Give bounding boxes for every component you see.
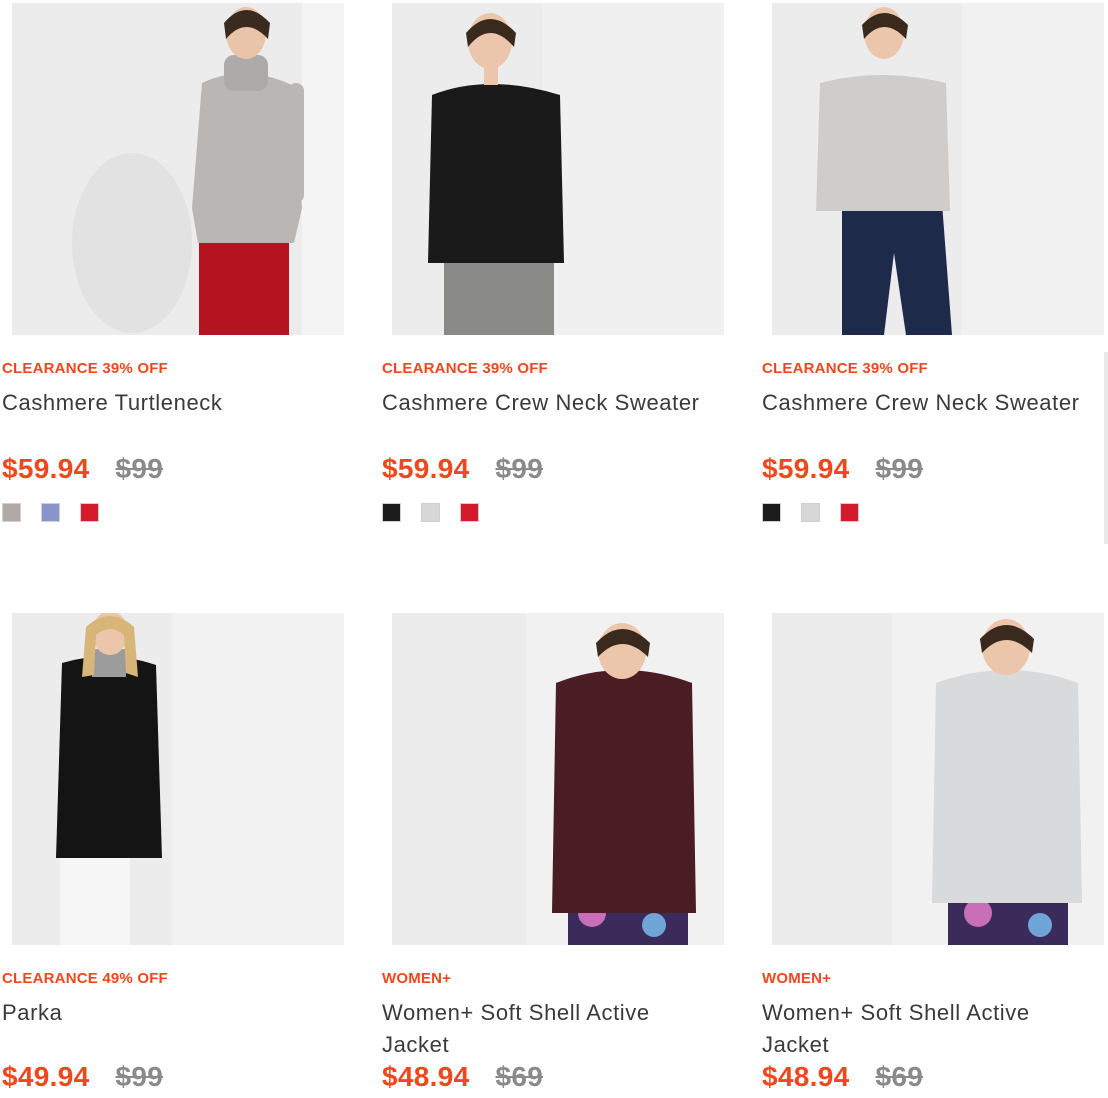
price-block: $48.94 $69 <box>762 1061 923 1093</box>
color-swatch-light-grey[interactable] <box>421 503 440 522</box>
sale-price: $59.94 <box>762 453 850 484</box>
color-swatches <box>762 503 859 522</box>
color-swatch-periwinkle[interactable] <box>41 503 60 522</box>
color-swatch-black[interactable] <box>762 503 781 522</box>
color-swatch-black[interactable] <box>382 503 401 522</box>
price-block: $49.94 $99 <box>2 1061 163 1093</box>
product-name[interactable]: Parka <box>2 997 338 1029</box>
sale-price: $59.94 <box>2 453 90 484</box>
model-photo <box>772 3 1104 335</box>
original-price: $69 <box>875 1061 924 1092</box>
product-badge: CLEARANCE 39% OFF <box>762 360 928 377</box>
model-photo <box>772 613 1104 945</box>
color-swatch-taupe[interactable] <box>2 503 21 522</box>
sale-price: $59.94 <box>382 453 470 484</box>
product-grid: CLEARANCE 39% OFF Cashmere Turtleneck $5… <box>0 0 1108 1098</box>
original-price: $99 <box>115 1061 164 1092</box>
product-name[interactable]: Cashmere Crew Neck Sweater <box>382 387 718 419</box>
product-badge: CLEARANCE 49% OFF <box>2 970 168 987</box>
product-image[interactable] <box>392 613 724 945</box>
product-image[interactable] <box>392 3 724 335</box>
price-block: $59.94 $99 <box>2 453 163 485</box>
sale-price: $49.94 <box>2 1061 90 1092</box>
product-name[interactable]: Cashmere Crew Neck Sweater <box>762 387 1098 419</box>
product-name[interactable]: Women+ Soft Shell Active Jacket <box>382 997 718 1061</box>
model-photo <box>392 3 724 335</box>
color-swatch-light-grey[interactable] <box>801 503 820 522</box>
product-badge: CLEARANCE 39% OFF <box>2 360 168 377</box>
model-photo <box>12 3 344 335</box>
original-price: $69 <box>495 1061 544 1092</box>
product-name[interactable]: Cashmere Turtleneck <box>2 387 338 419</box>
model-photo <box>12 613 344 945</box>
color-swatch-red[interactable] <box>460 503 479 522</box>
product-badge: CLEARANCE 39% OFF <box>382 360 548 377</box>
product-badge: WOMEN+ <box>762 970 832 987</box>
product-image[interactable] <box>772 3 1104 335</box>
price-block: $48.94 $69 <box>382 1061 543 1093</box>
color-swatch-red[interactable] <box>840 503 859 522</box>
original-price: $99 <box>115 453 164 484</box>
color-swatches <box>2 503 99 522</box>
color-swatch-red[interactable] <box>80 503 99 522</box>
price-block: $59.94 $99 <box>382 453 543 485</box>
sale-price: $48.94 <box>762 1061 850 1092</box>
color-swatches <box>382 503 479 522</box>
product-image[interactable] <box>772 613 1104 945</box>
product-image[interactable] <box>12 3 344 335</box>
product-name[interactable]: Women+ Soft Shell Active Jacket <box>762 997 1098 1061</box>
model-photo <box>392 613 724 945</box>
product-badge: WOMEN+ <box>382 970 452 987</box>
scrollbar-track[interactable] <box>1104 352 1108 544</box>
original-price: $99 <box>875 453 924 484</box>
product-image[interactable] <box>12 613 344 945</box>
price-block: $59.94 $99 <box>762 453 923 485</box>
sale-price: $48.94 <box>382 1061 470 1092</box>
original-price: $99 <box>495 453 544 484</box>
